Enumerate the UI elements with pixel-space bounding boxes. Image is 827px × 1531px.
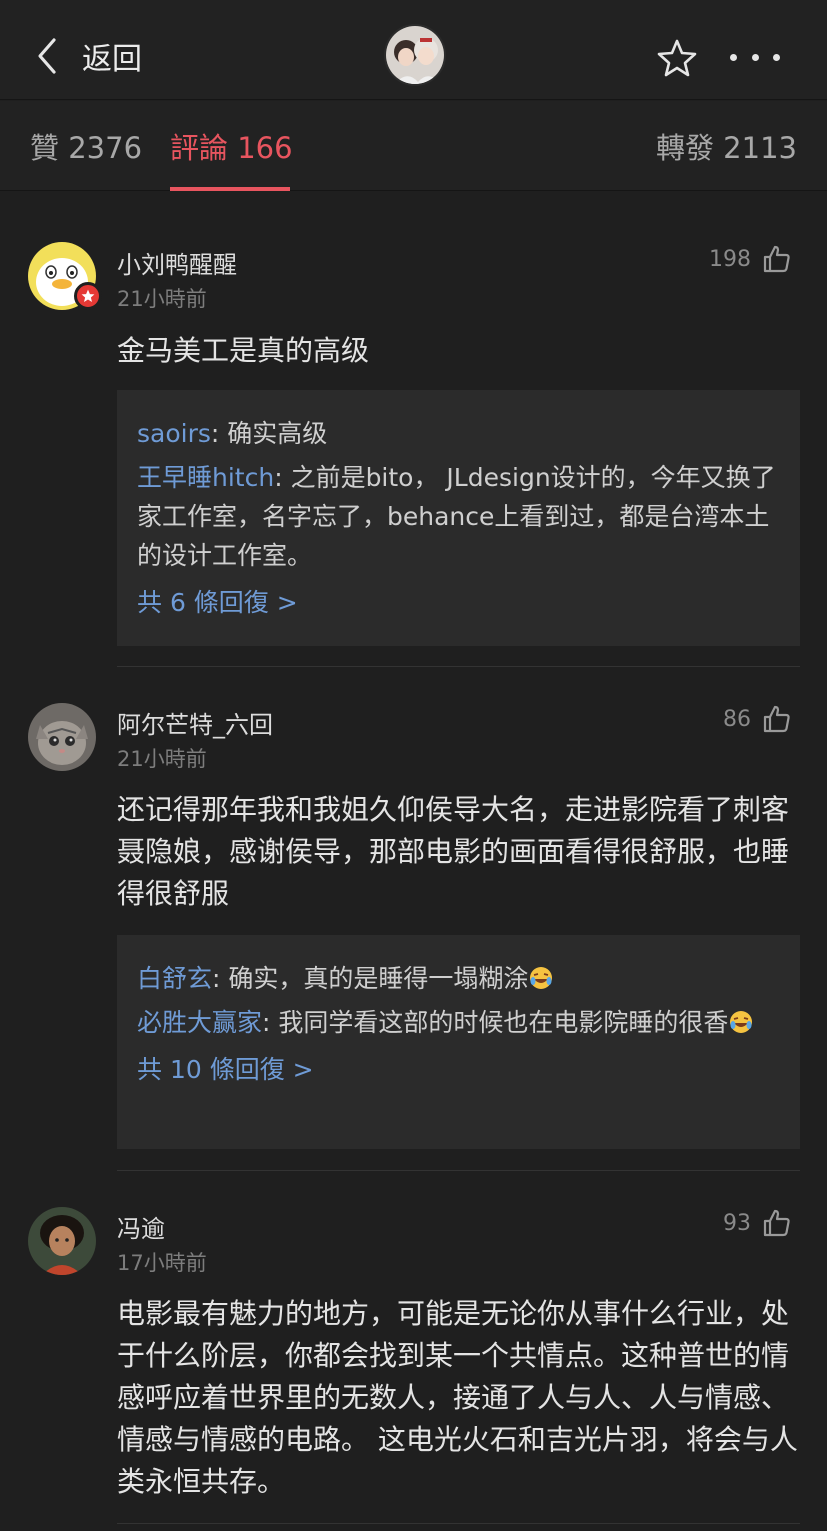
top-nav-bar: 返回 bbox=[0, 0, 827, 100]
reply-username[interactable]: 王早睡hitch bbox=[137, 463, 274, 492]
reply-text: 确实高级 bbox=[227, 419, 328, 448]
timestamp: 21小時前 bbox=[117, 747, 207, 771]
reply-sep: : bbox=[274, 463, 291, 492]
reply-item: 必胜大赢家: 我同学看这部的时候也在电影院睡的很香 bbox=[137, 1003, 780, 1042]
star-badge-icon bbox=[81, 289, 95, 302]
thumbs-up-icon bbox=[763, 705, 790, 733]
tab-reposts[interactable]: 轉發 2113 bbox=[656, 125, 797, 167]
reply-text: 确实，真的是睡得一塌糊涂 bbox=[228, 964, 529, 993]
favorite-button[interactable] bbox=[656, 38, 698, 78]
reply-item: 王早睡hitch: 之前是bito， JLdesign设计的，今年又换了家工作室… bbox=[137, 458, 780, 575]
more-options-button[interactable] bbox=[730, 42, 780, 72]
reply-username[interactable]: 必胜大赢家 bbox=[137, 1008, 262, 1037]
reply-text: 我同学看这部的时候也在电影院睡的很香 bbox=[278, 1008, 729, 1037]
chevron-left-icon bbox=[38, 38, 56, 74]
thumbs-up-icon bbox=[763, 245, 790, 273]
avatar[interactable] bbox=[28, 703, 96, 771]
like-count: 86 bbox=[723, 706, 751, 732]
comment-text: 金马美工是真的高级 bbox=[117, 334, 370, 367]
active-tab-indicator bbox=[170, 187, 290, 191]
star-icon bbox=[657, 39, 697, 77]
comment-text: 电影最有魅力的地方，可能是无论你从事什么行业，处于什么阶层，你都会找到某一个共情… bbox=[117, 1297, 798, 1498]
dot bbox=[751, 53, 759, 61]
reply-sep: : bbox=[210, 419, 228, 448]
username[interactable]: 小刘鸭醒醒 bbox=[117, 245, 237, 280]
reply-box: saoirs: 确实高级 王早睡hitch: 之前是bito， JLdesign… bbox=[117, 390, 800, 646]
like-button[interactable]: 86 bbox=[723, 704, 791, 734]
reply-item: saoirs: 确实高级 bbox=[137, 414, 780, 453]
username[interactable]: 冯逾 bbox=[117, 1209, 165, 1244]
reply-username[interactable]: 白舒玄 bbox=[137, 964, 212, 993]
reply-sep: : bbox=[212, 964, 229, 993]
reply-sep: : bbox=[262, 1008, 279, 1037]
view-more-replies-link[interactable]: 共 10 條回復 > bbox=[137, 1050, 780, 1086]
reply-username[interactable]: saoirs bbox=[137, 419, 211, 448]
tab-bar: 贊 2376 評論 166 轉發 2113 bbox=[0, 101, 827, 191]
like-count: 93 bbox=[723, 1210, 751, 1236]
avatar[interactable] bbox=[28, 1207, 96, 1275]
like-button[interactable]: 198 bbox=[709, 244, 791, 274]
username[interactable]: 阿尔芒特_六回 bbox=[117, 705, 273, 740]
divider bbox=[117, 1523, 800, 1524]
dot bbox=[773, 53, 780, 61]
laugh-cry-emoji-icon bbox=[530, 967, 553, 989]
reply-item: 白舒玄: 确实，真的是睡得一塌糊涂 bbox=[137, 959, 780, 998]
timestamp: 17小時前 bbox=[117, 1251, 207, 1275]
more-horizontal-icon bbox=[730, 53, 737, 61]
reply-box: 白舒玄: 确实，真的是睡得一塌糊涂 必胜大赢家: 我同学看这部的时候也在电影院睡… bbox=[117, 935, 800, 1149]
verified-badge bbox=[74, 282, 102, 310]
laugh-cry-emoji-icon bbox=[730, 1011, 753, 1033]
comment-text: 还记得那年我和我姐久仰侯导大名，走进影院看了刺客聂隐娘，感谢侯导，那部电影的画面… bbox=[117, 793, 790, 910]
author-avatar[interactable] bbox=[384, 24, 446, 86]
thumbs-up-icon bbox=[763, 1209, 790, 1237]
back-label: 返回 bbox=[82, 42, 142, 77]
like-button[interactable]: 93 bbox=[723, 1208, 791, 1238]
divider bbox=[117, 666, 800, 667]
like-count: 198 bbox=[709, 246, 751, 272]
divider bbox=[117, 1170, 800, 1171]
view-more-replies-link[interactable]: 共 6 條回復 > bbox=[137, 583, 780, 619]
tab-comments[interactable]: 評論 166 bbox=[170, 125, 293, 167]
tab-likes[interactable]: 贊 2376 bbox=[30, 125, 142, 167]
back-button[interactable]: 返回 bbox=[34, 32, 142, 80]
timestamp: 21小時前 bbox=[117, 287, 207, 311]
